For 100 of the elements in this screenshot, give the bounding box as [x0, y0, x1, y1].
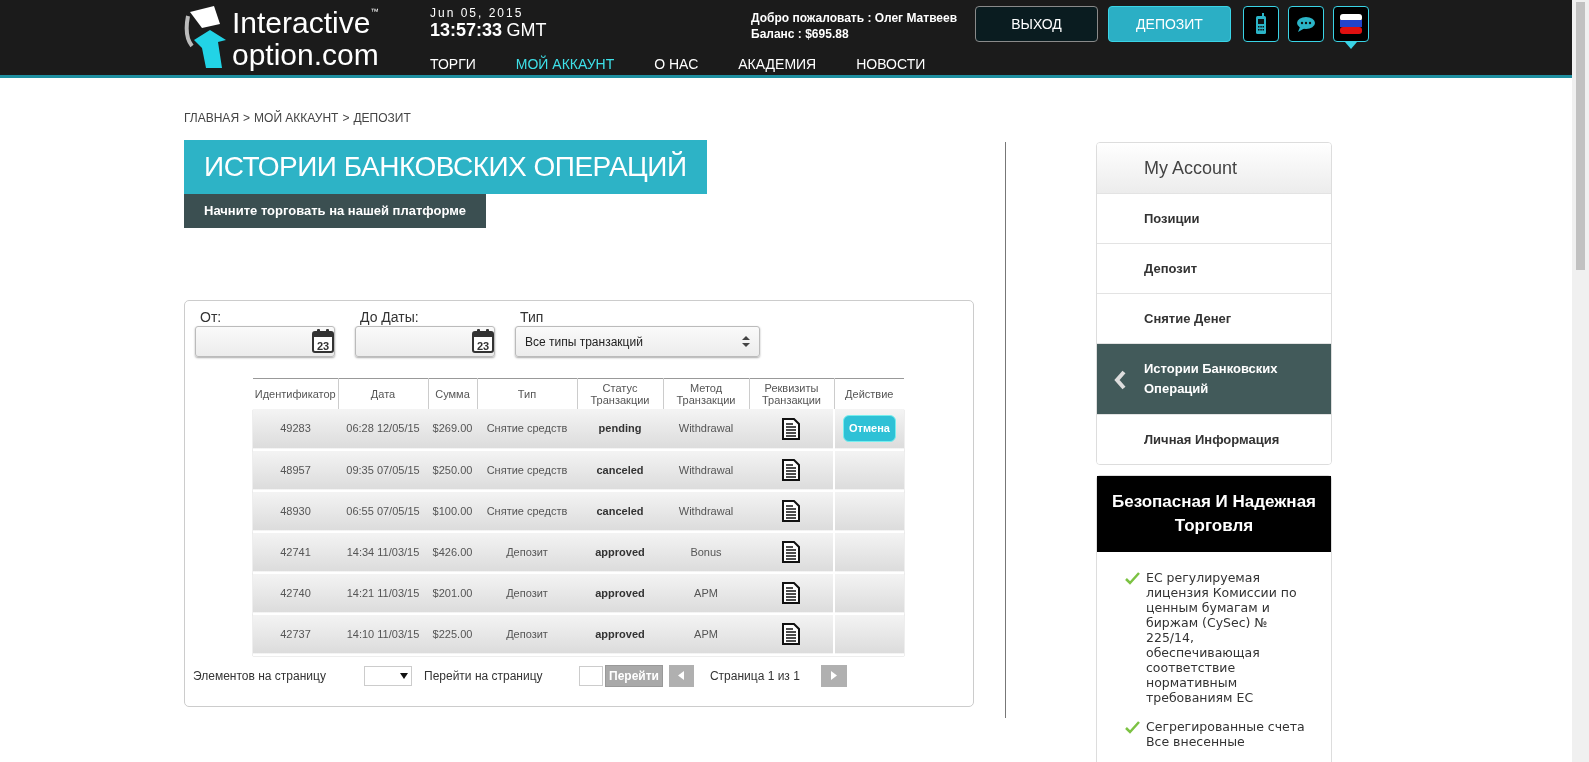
table-cell: 14:34 11/03/15 [338, 531, 428, 573]
breadcrumb-item[interactable]: ГЛАВНАЯ [184, 109, 240, 125]
table-cell: Withdrawal [663, 449, 749, 491]
column-header: Реквизиты Транзакции [749, 378, 834, 409]
welcome-text: Добро пожаловать : Олег Матвеев [751, 10, 959, 26]
table-cell: Withdrawal [663, 490, 749, 532]
date-from-field[interactable]: 23 [195, 326, 335, 357]
table-cell: Снятие средств [477, 490, 577, 532]
select-arrows-icon [742, 336, 750, 347]
table-cell: approved [577, 613, 663, 655]
table-cell: Снятие средств [477, 408, 577, 450]
breadcrumb-item[interactable]: МОЙ АККАУНТ [254, 109, 339, 125]
table-cell: canceled [577, 490, 663, 532]
table-cell: APM [663, 613, 749, 655]
breadcrumb-item: > [243, 110, 251, 125]
table-cell: $201.00 [428, 572, 477, 614]
table-cell: Снятие средств [477, 449, 577, 491]
calendar-icon[interactable]: 23 [312, 329, 334, 353]
balance-text: Баланс : $695.88 [751, 26, 850, 42]
table-cell: 48957 [253, 449, 338, 491]
per-page-select[interactable] [364, 665, 412, 686]
table-cell: Депозит [477, 531, 577, 573]
checkmark-icon [1125, 721, 1140, 734]
table-cell: 48930 [253, 490, 338, 532]
field-label: Тип [519, 309, 545, 326]
table-cell: Депозит [477, 613, 577, 655]
type-select[interactable]: Все типы транзакций [515, 326, 760, 357]
nav-link[interactable]: НОВОСТИ [856, 54, 926, 75]
scrollbar[interactable] [1572, 0, 1589, 762]
dropdown-arrow-icon [400, 672, 408, 679]
document-icon[interactable] [782, 541, 800, 563]
chevron-left-icon [1114, 370, 1126, 390]
nav-link[interactable]: АКАДЕМИЯ [738, 54, 817, 75]
logo-text: Interactive [232, 7, 371, 38]
calendar-day: 23 [316, 340, 330, 352]
flag-icon [1340, 14, 1362, 34]
table-cell: Депозит [477, 572, 577, 614]
table-cell: 42740 [253, 572, 338, 614]
column-header: Статус Транзакции [577, 378, 663, 409]
goto-label: Перейти на страницу [424, 667, 544, 685]
field-label: От: [199, 309, 223, 326]
table-cell: 42741 [253, 531, 338, 573]
logout-button[interactable]: ВЫХОД [975, 6, 1098, 42]
table-cell: 49283 [253, 408, 338, 450]
date-to-field[interactable]: 23 [355, 326, 495, 357]
nav-link[interactable]: ТОРГИ [430, 54, 476, 75]
page-status: Страница 1 из 1 [709, 667, 801, 685]
panel-heading: Безопасная И Надежная Торговля [1097, 476, 1331, 552]
calendar-icon[interactable]: 23 [472, 329, 494, 353]
page-input[interactable] [579, 665, 603, 686]
scrollbar-thumb[interactable] [1576, 2, 1585, 270]
document-icon[interactable] [782, 623, 800, 645]
table-cell: Withdrawal [663, 408, 749, 450]
table-cell: APM [663, 572, 749, 614]
table-cell: 14:21 11/03/15 [338, 572, 428, 614]
column-header: Действие [834, 378, 904, 409]
document-icon[interactable] [782, 582, 800, 604]
page-title: ИСТОРИИ БАНКОВСКИХ ОПЕРАЦИЙ [184, 140, 707, 194]
nav-link[interactable]: О НАС [654, 54, 699, 75]
table-cell: Bonus [663, 531, 749, 573]
document-icon[interactable] [782, 417, 800, 440]
table-cell: pending [577, 408, 663, 450]
field-label: До Даты: [359, 309, 420, 326]
table-cell: $269.00 [428, 408, 477, 450]
feature-text: ЕС регулируемая лицензия Комиссии по ценным бумагам и биржам (CySec) № 225/14, обеспечивающая соответствие нормативным требованиям ЕС [1146, 570, 1298, 705]
breadcrumb-item[interactable]: ДЕПОЗИТ [353, 109, 411, 125]
table-cell: approved [577, 531, 663, 573]
calendar-day: 23 [476, 340, 490, 352]
subtitle-banner: Начните торговать на нашей платформе [184, 194, 487, 228]
table-cell: 09:35 07/05/15 [338, 449, 428, 491]
sidebar-item[interactable]: Личная Информация [1097, 414, 1331, 464]
table-cell: approved [577, 572, 663, 614]
checkmark-icon [1125, 572, 1140, 585]
table-cell: $250.00 [428, 449, 477, 491]
table-cell: $225.00 [428, 613, 477, 655]
table-cell: 42737 [253, 613, 338, 655]
document-icon[interactable] [782, 500, 800, 522]
document-icon[interactable] [782, 459, 800, 481]
table-cell: 14:10 11/03/15 [338, 613, 428, 655]
sidebar-item[interactable]: Истории Банковских Операций [1097, 343, 1331, 414]
time-text: 13:57:33 [430, 20, 503, 40]
per-page-label: Элементов на страницу [193, 667, 327, 685]
trademark-text: ™ [370, 7, 379, 18]
arrow-right-icon [830, 671, 837, 680]
table-cell: $100.00 [428, 490, 477, 532]
arrow-left-icon [678, 671, 685, 680]
breadcrumb-item: > [342, 110, 350, 125]
feature-text: Сегрегированные счета Все внесенные [1146, 719, 1306, 749]
column-header: Идентификатор [253, 378, 338, 409]
column-header: Метод Транзакции [663, 378, 749, 409]
mobile-button[interactable] [1243, 6, 1279, 42]
nav-link[interactable]: МОЙ АККАУНТ [515, 54, 615, 75]
chat-bubble-icon [1296, 16, 1316, 32]
table-cell: canceled [577, 449, 663, 491]
chat-button[interactable] [1288, 6, 1324, 42]
table-cell: 06:28 12/05/15 [338, 408, 428, 450]
column-header: Дата [338, 378, 428, 409]
column-header: Сумма [428, 378, 477, 409]
mobile-phone-icon [1255, 13, 1267, 35]
logo-text: option.com [232, 39, 379, 70]
